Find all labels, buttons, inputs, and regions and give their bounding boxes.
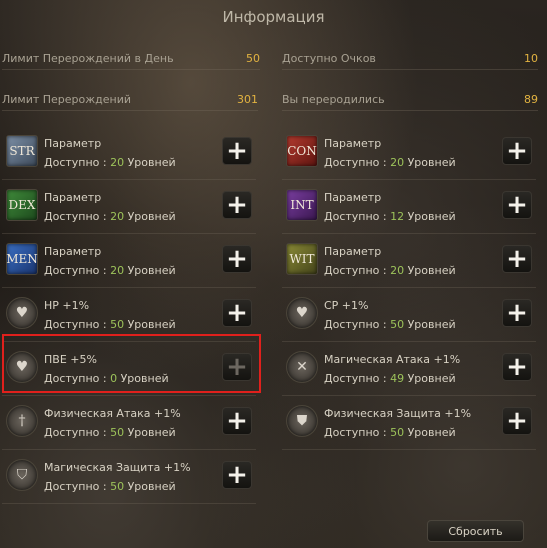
upgrade-availability: Доступно : 50 Уровней: [44, 318, 176, 331]
upgrade-dex: DEX Параметр Доступно : 20 Уровней +: [2, 184, 256, 234]
add-men-button[interactable]: +: [222, 245, 252, 273]
upgrade-magic-attack: ✕ Магическая Атака +1% Доступно : 49 Уро…: [282, 346, 536, 396]
upgrade-wit: WIT Параметр Доступно : 20 Уровней +: [282, 238, 536, 288]
physical-defense-icon: ⛊: [286, 405, 318, 437]
add-wit-button[interactable]: +: [502, 245, 532, 273]
upgrade-availability: Доступно : 20 Уровней: [44, 210, 176, 223]
upgrade-con: CON Параметр Доступно : 20 Уровней +: [282, 130, 536, 180]
hp-heart-icon: ♥: [6, 297, 38, 329]
add-physical-defense-button[interactable]: +: [502, 407, 532, 435]
rebirths-done-label: Вы переродились: [282, 93, 385, 106]
dex-icon: DEX: [6, 189, 38, 221]
window-title: Информация: [222, 8, 325, 26]
points-available-label: Доступно Очков: [282, 52, 376, 65]
add-magic-defense-button[interactable]: +: [222, 461, 252, 489]
magic-defense-icon: ⛉: [6, 459, 38, 491]
int-icon: INT: [286, 189, 318, 221]
upgrade-name: HP +1%: [44, 299, 90, 312]
upgrade-availability: Доступно : 12 Уровней: [324, 210, 456, 223]
reset-button[interactable]: Сбросить: [427, 520, 524, 542]
upgrade-availability: Доступно : 49 Уровней: [324, 372, 456, 385]
upgrade-magic-defense: ⛉ Магическая Защита +1% Доступно : 50 Ур…: [2, 454, 256, 504]
upgrade-availability: Доступно : 20 Уровней: [324, 156, 456, 169]
upgrade-str: STR Параметр Доступно : 20 Уровней +: [2, 130, 256, 180]
upgrade-name: Параметр: [44, 191, 102, 204]
str-icon: STR: [6, 135, 38, 167]
con-icon: CON: [286, 135, 318, 167]
daily-rebirth-limit-label: Лимит Перерождений в День: [2, 52, 174, 65]
daily-rebirth-limit-row: Лимит Перерождений в День 50: [2, 48, 260, 70]
upgrade-physical-defense: ⛊ Физическая Защита +1% Доступно : 50 Ур…: [282, 400, 536, 450]
add-int-button[interactable]: +: [502, 191, 532, 219]
add-physical-attack-button[interactable]: +: [222, 407, 252, 435]
add-con-button[interactable]: +: [502, 137, 532, 165]
upgrade-name: Магическая Защита +1%: [44, 461, 191, 474]
add-hp-button[interactable]: +: [222, 299, 252, 327]
upgrade-availability: Доступно : 50 Уровней: [44, 480, 176, 493]
upgrade-men: MEN Параметр Доступно : 20 Уровней +: [2, 238, 256, 288]
upgrade-name: Магическая Атака +1%: [324, 353, 461, 366]
upgrade-availability: Доступно : 50 Уровней: [324, 426, 456, 439]
rebirths-done-value: 89: [524, 93, 538, 106]
upgrade-name: Физическая Защита +1%: [324, 407, 472, 420]
rebirth-limit-row: Лимит Перерождений 301: [2, 89, 258, 111]
upgrade-cp: ♥ CP +1% Доступно : 50 Уровней +: [282, 292, 536, 342]
upgrade-name: CP +1%: [324, 299, 369, 312]
upgrade-availability: Доступно : 20 Уровней: [324, 264, 456, 277]
upgrade-int: INT Параметр Доступно : 12 Уровней +: [282, 184, 536, 234]
upgrade-name: Физическая Атака +1%: [44, 407, 181, 420]
points-available-row: Доступно Очков 10: [282, 48, 538, 70]
upgrade-name: Параметр: [44, 137, 102, 150]
upgrade-name: Параметр: [324, 137, 382, 150]
points-available-value: 10: [524, 52, 538, 65]
physical-attack-icon: †: [6, 405, 38, 437]
add-magic-attack-button[interactable]: +: [502, 353, 532, 381]
rebirths-done-row: Вы переродились 89: [282, 89, 538, 111]
daily-rebirth-limit-value: 50: [246, 52, 260, 65]
upgrade-physical-attack: † Физическая Атака +1% Доступно : 50 Уро…: [2, 400, 256, 450]
magic-attack-icon: ✕: [286, 351, 318, 383]
upgrade-availability: Доступно : 20 Уровней: [44, 156, 176, 169]
upgrade-availability: Доступно : 50 Уровней: [324, 318, 456, 331]
cp-heart-icon: ♥: [286, 297, 318, 329]
add-str-button[interactable]: +: [222, 137, 252, 165]
men-icon: MEN: [6, 243, 38, 275]
rebirth-limit-label: Лимит Перерождений: [2, 93, 132, 106]
upgrade-name: Параметр: [324, 245, 382, 258]
add-dex-button[interactable]: +: [222, 191, 252, 219]
upgrade-availability: Доступно : 20 Уровней: [44, 264, 176, 277]
upgrade-name: Параметр: [324, 191, 382, 204]
upgrade-availability: Доступно : 50 Уровней: [44, 426, 176, 439]
pve-highlight-box: [2, 334, 261, 393]
wit-icon: WIT: [286, 243, 318, 275]
rebirth-limit-value: 301: [237, 93, 258, 106]
add-cp-button[interactable]: +: [502, 299, 532, 327]
upgrade-name: Параметр: [44, 245, 102, 258]
